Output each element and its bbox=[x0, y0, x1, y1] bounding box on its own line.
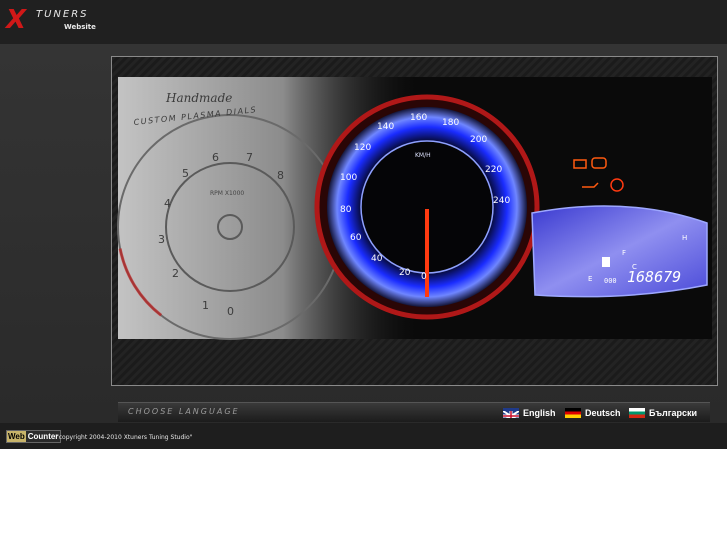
copyright-text: "copyright 2004-2010 Xtuners Tuning Stud… bbox=[56, 434, 193, 441]
speed-label: 40 bbox=[371, 254, 383, 264]
language-deutsch-link[interactable]: Deutsch bbox=[565, 406, 621, 419]
tach-label: 8 bbox=[277, 169, 284, 182]
tach-label: 5 bbox=[182, 167, 189, 180]
trip-meter: 000 bbox=[604, 277, 617, 285]
language-deutsch-label: Deutsch bbox=[585, 407, 621, 418]
fuel-empty: E bbox=[588, 275, 592, 283]
handmade-text: Handmade bbox=[165, 91, 232, 105]
fuel-full: F bbox=[622, 249, 626, 257]
fuel-pump-icon bbox=[602, 257, 610, 267]
tach-label: 7 bbox=[246, 151, 253, 164]
xtuners-logo[interactable]: X TUNERS Website bbox=[6, 7, 96, 33]
language-english-label: English bbox=[523, 407, 556, 418]
speed-label: 120 bbox=[354, 143, 371, 153]
main-area: 1 2 3 4 5 6 7 8 0 RPM X1000 Handmade CUS… bbox=[0, 44, 727, 423]
temp-hot: H bbox=[682, 234, 687, 242]
choose-language-label: CHOOSE LANGUAGE bbox=[128, 407, 240, 416]
speed-label: 100 bbox=[340, 173, 357, 183]
speed-label: 0 bbox=[421, 272, 427, 282]
speed-label: 80 bbox=[340, 205, 352, 215]
speed-label: 140 bbox=[377, 122, 394, 132]
dashboard-illustration: 1 2 3 4 5 6 7 8 0 RPM X1000 Handmade CUS… bbox=[112, 57, 717, 385]
speed-label: 180 bbox=[442, 118, 459, 128]
language-bulgarian-label: Български bbox=[649, 407, 698, 418]
bulgaria-flag-icon bbox=[629, 407, 645, 418]
tach-label: 6 bbox=[212, 151, 219, 164]
logo-brand: TUNERS bbox=[36, 9, 89, 20]
speed-label: 220 bbox=[485, 165, 502, 175]
logo-mark: X bbox=[6, 5, 26, 35]
tach-label: 0 bbox=[227, 305, 234, 318]
tach-label: 4 bbox=[164, 197, 171, 210]
tach-label: 2 bbox=[172, 267, 179, 280]
language-bar: CHOOSE LANGUAGE English Deutsch Българск… bbox=[118, 402, 710, 422]
site-footer: Web Counter "copyright 2004-2010 Xtuners… bbox=[0, 423, 727, 449]
dashboard-intro-panel: 1 2 3 4 5 6 7 8 0 RPM X1000 Handmade CUS… bbox=[111, 56, 718, 386]
rpm-label: RPM X1000 bbox=[210, 190, 244, 197]
logo-subtitle: Website bbox=[64, 23, 96, 31]
tach-label: 3 bbox=[158, 233, 165, 246]
webcounter-web: Web bbox=[7, 431, 26, 442]
speed-label: 240 bbox=[493, 196, 510, 206]
uk-flag-icon bbox=[503, 407, 519, 418]
speed-unit: KM/H bbox=[415, 152, 431, 159]
germany-flag-icon bbox=[565, 407, 581, 418]
speed-label: 160 bbox=[410, 113, 427, 123]
speed-label: 60 bbox=[350, 233, 362, 243]
site-header: X TUNERS Website bbox=[0, 0, 727, 44]
language-bulgarian-link[interactable]: Български bbox=[629, 406, 697, 419]
speed-label: 200 bbox=[470, 135, 487, 145]
tach-label: 1 bbox=[202, 299, 209, 312]
speed-label: 20 bbox=[399, 268, 411, 278]
temp-cold: C bbox=[632, 263, 637, 271]
webcounter-badge[interactable]: Web Counter bbox=[6, 430, 62, 443]
language-english-link[interactable]: English bbox=[503, 406, 556, 419]
